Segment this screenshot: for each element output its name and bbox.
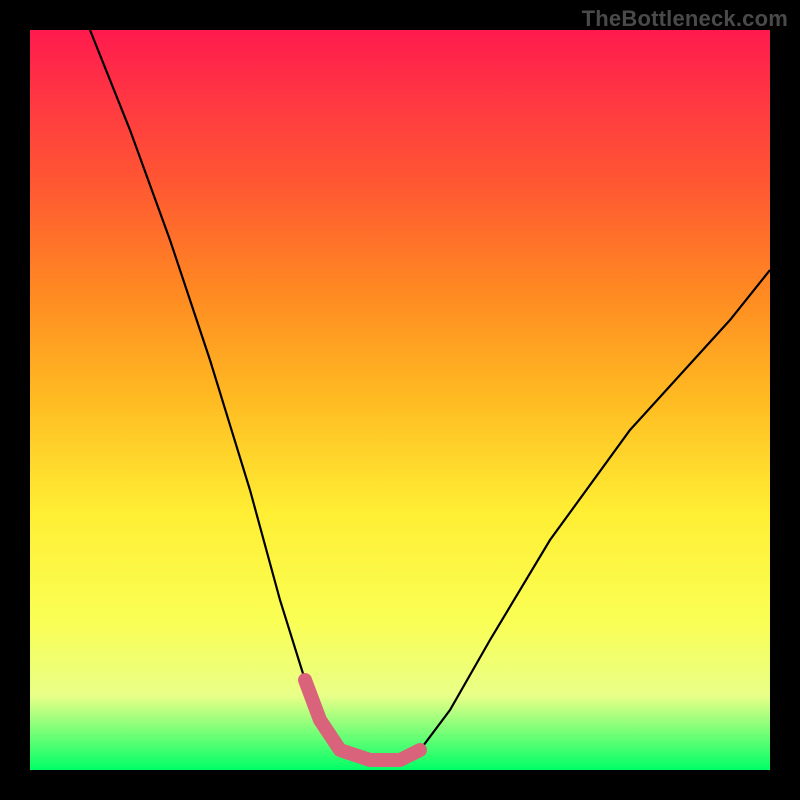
bottleneck-curve: [30, 30, 770, 770]
bottom-flat-segment: [305, 680, 420, 760]
main-curve-path: [90, 30, 770, 760]
watermark-label: TheBottleneck.com: [582, 6, 788, 32]
